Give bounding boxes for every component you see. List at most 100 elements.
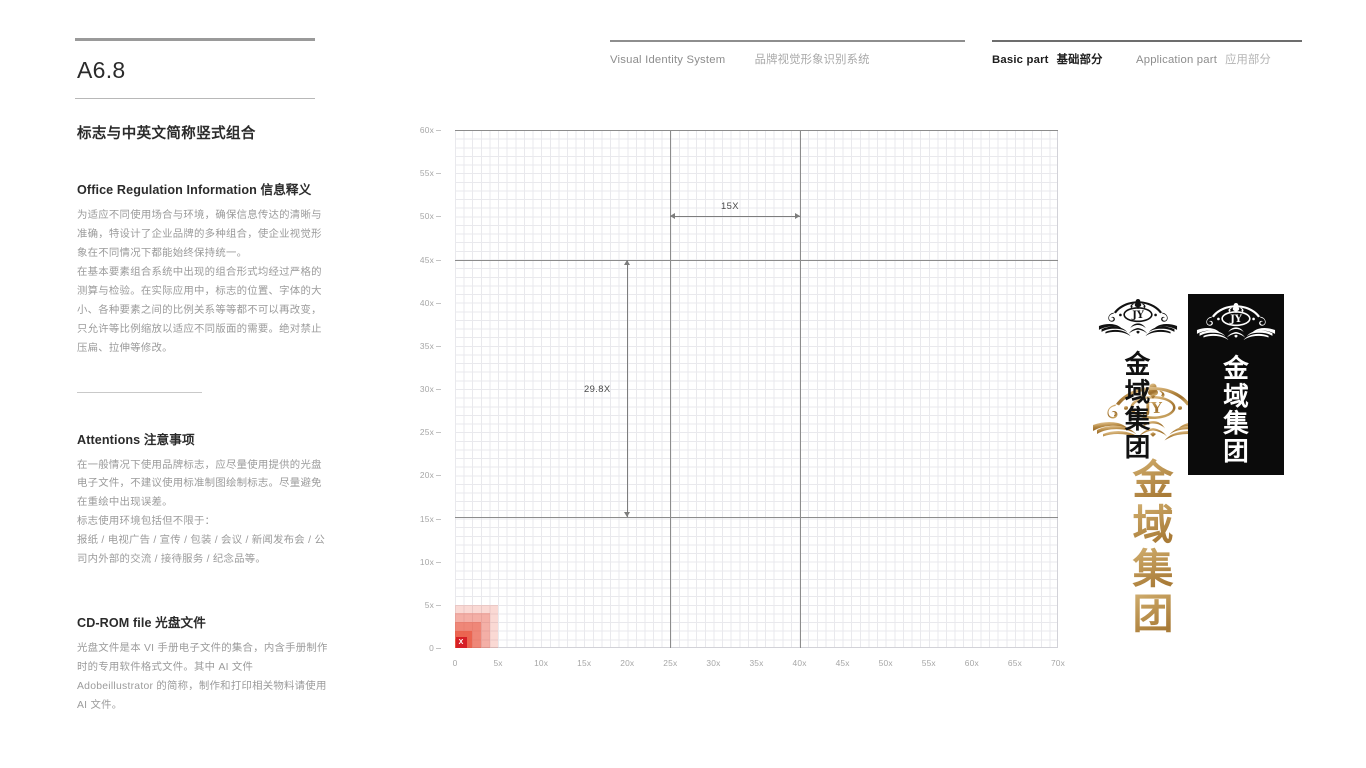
- header-brand-line: Visual Identity System 品牌视觉形象识别系统: [610, 51, 965, 67]
- y-tick-label: 50x: [406, 211, 441, 221]
- header-brand-system: Visual Identity System 品牌视觉形象识别系统: [610, 40, 965, 67]
- unit-marker-x: X: [455, 636, 467, 648]
- left-info-column: A6.8 标志与中英文简称竖式组合 Office Regulation Info…: [75, 38, 330, 716]
- x-tick-label: 70x: [1050, 658, 1066, 668]
- block-heading: Office Regulation Information 信息释义: [77, 183, 312, 197]
- info-block-attentions: Attentions 注意事项 在一般情况下使用品牌标志，应尽量使用提供的光盘电…: [75, 429, 330, 571]
- tab-basic-part[interactable]: Basic part 基础部分: [992, 51, 1103, 67]
- y-tick-mark: [436, 173, 441, 175]
- y-tick-label: 15x: [406, 514, 441, 524]
- logo-char: 团: [1088, 592, 1218, 637]
- grid-plot-area: [455, 130, 1058, 648]
- variant-chinese-name: 金 域 集 团: [1188, 354, 1284, 467]
- info-block-office-regulation: Office Regulation Information 信息释义 为适应不同…: [75, 179, 330, 359]
- logo-variant-reversed: JY 金 域 集 团: [1188, 302, 1284, 466]
- y-tick-label: 20x: [406, 470, 441, 480]
- y-tick-mark: [436, 518, 441, 520]
- x-tick-label: 5x: [493, 658, 503, 668]
- header-rule: [610, 40, 965, 42]
- unit-scale-swatch: X: [455, 604, 499, 648]
- x-tick-label: 15x: [577, 658, 592, 668]
- block-paragraph: 在一般情况下使用品牌标志，应尽量使用提供的光盘电子文件，不建议使用标准制图绘制标…: [77, 459, 322, 509]
- block-paragraph: 报纸 / 电视广告 / 宣传 / 包装 / 会议 / 新闻发布会 / 公司内外部…: [77, 535, 325, 566]
- guide-line-40x: [799, 130, 801, 648]
- header-part-line: Basic part 基础部分 Application part 应用部分: [992, 51, 1302, 67]
- logo-char: 域: [1124, 377, 1151, 408]
- guide-line-top-60: [455, 130, 1058, 131]
- y-tick-label: 45x: [406, 255, 441, 265]
- x-tick-label: 20x: [620, 658, 635, 668]
- logo-char: 集: [1088, 547, 1218, 592]
- x-tick-label: 55x: [921, 658, 936, 668]
- page-code-top-rule: [75, 38, 315, 41]
- header-system-en: Visual Identity System: [610, 54, 726, 66]
- dim-arrow-up: [624, 259, 631, 265]
- logo-char: 集: [1124, 405, 1151, 436]
- y-tick-mark: [436, 259, 441, 261]
- x-tick-label: 40x: [792, 658, 807, 668]
- x-tick-label: 0: [452, 658, 458, 668]
- block-paragraph: 标志使用环境包括但不限于：: [77, 516, 216, 528]
- y-tick-label: 30x: [406, 384, 441, 394]
- block-body: 光盘文件是本 VI 手册电子文件的集合，内含手册制作时的专用软件格式文件。其中 …: [77, 640, 330, 716]
- guide-line-45x: [455, 259, 1058, 261]
- tab-basic-part-cn: 基础部分: [1056, 54, 1103, 66]
- logo-char: 域: [1223, 381, 1249, 412]
- logo-char: 金: [1124, 350, 1151, 380]
- header-part-nav: Basic part 基础部分 Application part 应用部分: [992, 40, 1302, 67]
- dim-arrow-down: [624, 511, 631, 517]
- grid-bottom-border: [455, 647, 1058, 648]
- header-rule: [992, 40, 1302, 42]
- tab-application-part[interactable]: Application part 应用部分: [1136, 51, 1271, 67]
- x-tick-label: 25x: [663, 658, 678, 668]
- logo-char: 集: [1223, 409, 1249, 440]
- dim-line-15x: [670, 216, 800, 218]
- y-tick-label: 25x: [406, 427, 441, 437]
- x-tick-label: 65x: [1007, 658, 1022, 668]
- y-tick-label: 55x: [406, 168, 441, 178]
- page-title: 标志与中英文简称竖式组合: [77, 126, 256, 142]
- block-paragraph: 在基本要素组合系统中出现的组合形式均经过严格的测算与检验。在实际应用中，标志的位…: [77, 266, 322, 354]
- emblem-ornament-icon: JY: [1098, 299, 1177, 337]
- emblem-ornament-icon: JY: [1196, 303, 1276, 341]
- logo-variant-reversed-box: JY 金 域 集 团: [1188, 294, 1284, 475]
- grid-right-border: [1057, 130, 1058, 648]
- y-tick-label: 5x: [406, 600, 441, 610]
- emblem-monogram: JY: [1229, 314, 1243, 325]
- x-tick-label: 35x: [749, 658, 764, 668]
- block-heading: CD-ROM file 光盘文件: [77, 616, 206, 631]
- block-paragraph: 光盘文件是本 VI 手册电子文件的集合，内含手册制作时的专用软件格式文件。其中 …: [77, 643, 328, 711]
- x-tick-label: 60x: [964, 658, 979, 668]
- tab-application-part-cn: 应用部分: [1225, 54, 1272, 66]
- dim-label-29-8x: 29.8X: [584, 383, 611, 394]
- y-tick-mark: [436, 432, 441, 434]
- y-tick-mark: [436, 130, 441, 131]
- info-block-cdrom: CD-ROM file 光盘文件 光盘文件是本 VI 手册电子文件的集合，内含手…: [75, 612, 330, 716]
- block-heading: Attentions 注意事项: [77, 432, 195, 447]
- dim-arrow-left: [670, 213, 676, 220]
- logo-variant-black: JY 金 域 集 团: [1095, 298, 1180, 462]
- section-divider: [77, 391, 202, 393]
- block-body: 在一般情况下使用品牌标志，应尽量使用提供的光盘电子文件，不建议使用标准制图绘制标…: [77, 457, 330, 571]
- logo-char: 团: [1124, 432, 1151, 463]
- y-tick-label: 40x: [406, 298, 441, 308]
- y-tick-mark: [436, 648, 441, 649]
- logo-char: 金: [1223, 354, 1249, 384]
- page-code: A6.8: [77, 57, 126, 83]
- y-tick-label: 0: [406, 643, 441, 653]
- construction-grid-chart: 0 5x 10x 15x 20x 25x 30x 35x 40x 45x 50x 55x 60x 0 5x…: [418, 120, 1213, 685]
- emblem-monogram: JY: [1131, 310, 1145, 321]
- logo-char: 团: [1223, 436, 1249, 467]
- x-tick-label: 45x: [835, 658, 850, 668]
- dim-line-29-8x: [627, 259, 629, 517]
- y-tick-mark: [436, 561, 441, 563]
- variant-chinese-name: 金 域 集 团: [1095, 350, 1180, 463]
- dim-arrow-right: [794, 213, 800, 220]
- y-tick-label: 60x: [406, 125, 441, 135]
- dim-label-15x: 15X: [721, 200, 739, 211]
- y-tick-mark: [436, 302, 441, 304]
- block-paragraph: 为适应不同使用场合与环境，确保信息传达的清晰与准确，特设计了企业品牌的多种组合，…: [77, 210, 322, 259]
- y-tick-label: 10x: [406, 557, 441, 567]
- y-tick-label: 35x: [406, 341, 441, 351]
- x-tick-label: 50x: [878, 658, 893, 668]
